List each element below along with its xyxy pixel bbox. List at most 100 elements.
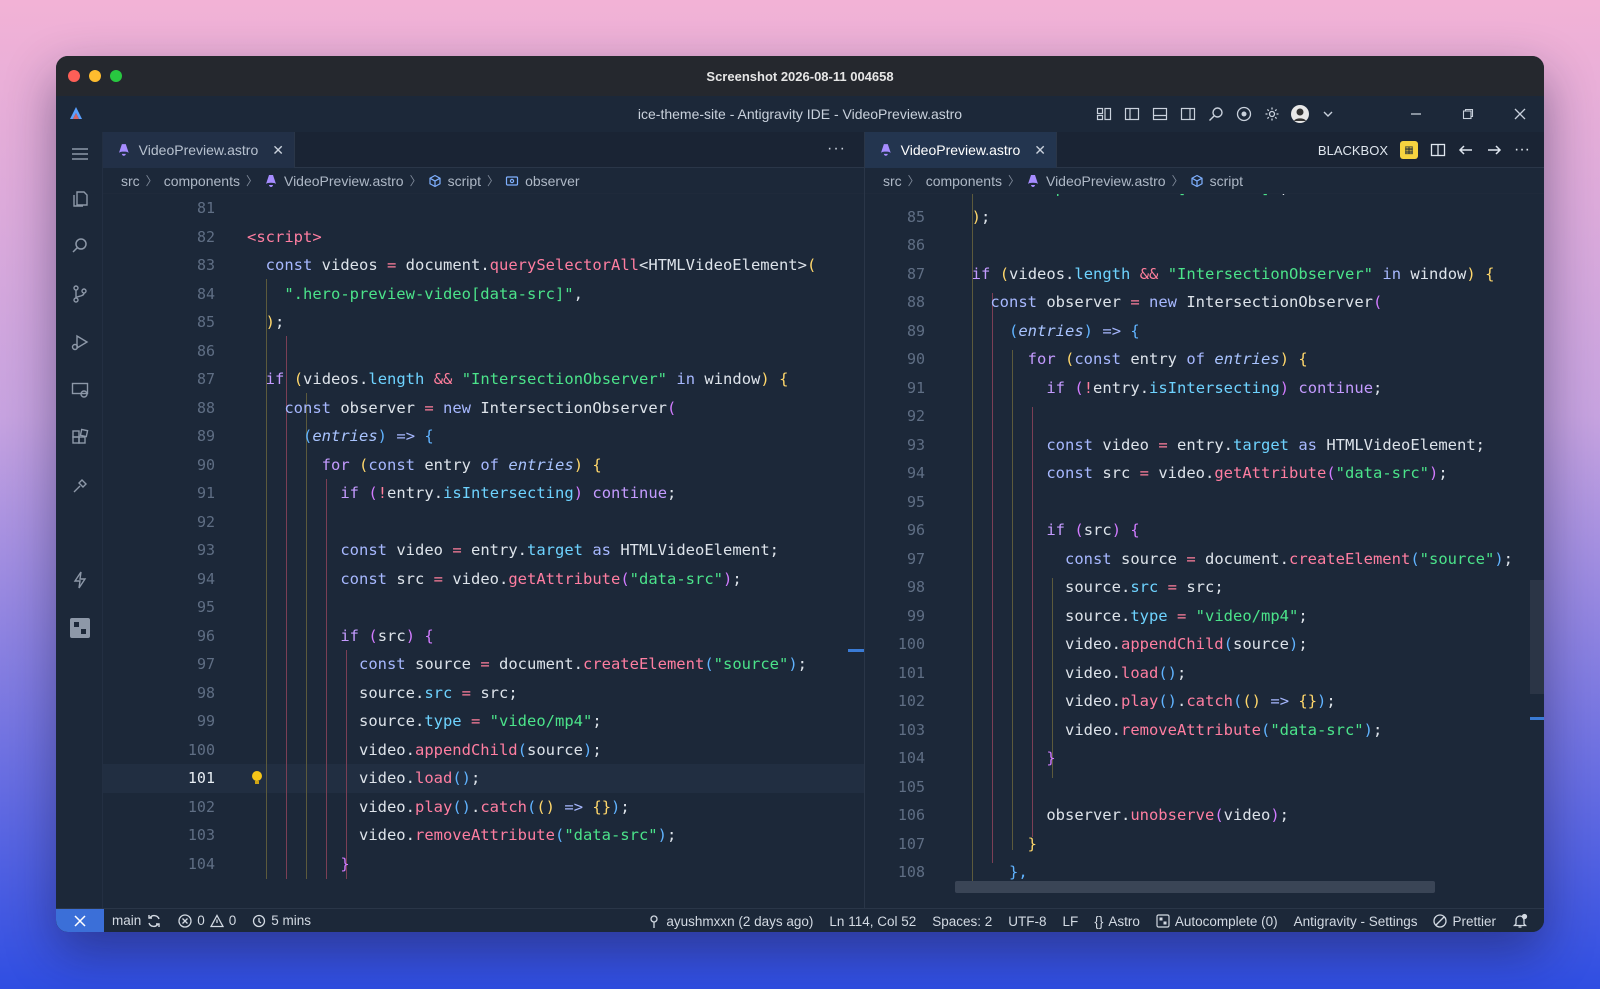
code-line[interactable]: 92 — [103, 508, 864, 537]
gear-icon[interactable] — [1262, 104, 1282, 124]
code-line[interactable]: 100 video.appendChild(source); — [865, 630, 1544, 659]
autocomplete-status[interactable]: Autocomplete (0) — [1148, 914, 1286, 929]
line-number[interactable]: 103 — [151, 821, 215, 850]
line-number[interactable]: 87 — [865, 260, 925, 289]
remote-indicator-icon[interactable] — [56, 908, 104, 932]
search-icon[interactable] — [68, 234, 92, 258]
prettier-status[interactable]: Prettier — [1425, 914, 1504, 929]
line-number[interactable]: 86 — [865, 231, 925, 260]
code-line[interactable]: 91 if (!entry.isIntersecting) continue; — [865, 374, 1544, 403]
branch-status[interactable]: main — [104, 913, 170, 929]
code-line[interactable]: 107 } — [865, 830, 1544, 859]
arrow-right-icon[interactable] — [1486, 142, 1502, 158]
code-line[interactable]: 90 for (const entry of entries) { — [103, 451, 864, 480]
close-tab-icon[interactable]: ✕ — [272, 142, 284, 159]
breadcrumb-src[interactable]: src — [121, 173, 140, 189]
line-number[interactable]: 98 — [151, 679, 215, 708]
settings-status[interactable]: Antigravity - Settings — [1286, 914, 1426, 929]
code-line[interactable]: 84 ".hero-preview-video[data-src]", — [865, 194, 1544, 203]
code-line[interactable]: 96 if (src) { — [865, 516, 1544, 545]
line-number[interactable]: 99 — [865, 602, 925, 631]
extensions-icon[interactable] — [68, 426, 92, 450]
toggle-secondary-sidebar-icon[interactable] — [1178, 104, 1198, 124]
split-editor-icon[interactable] — [1430, 142, 1446, 158]
line-number[interactable]: 91 — [865, 374, 925, 403]
run-debug-icon[interactable] — [68, 330, 92, 354]
breadcrumb-observer[interactable]: observer — [525, 173, 579, 189]
code-editor-right[interactable]: 84 ".hero-preview-video[data-src]",85 );… — [865, 194, 1544, 908]
remote-explorer-icon[interactable] — [68, 378, 92, 402]
line-number[interactable]: 101 — [151, 764, 215, 793]
breadcrumb-components[interactable]: components — [164, 173, 240, 189]
code-line[interactable]: 87 if (videos.length && "IntersectionObs… — [865, 260, 1544, 289]
code-line[interactable]: 90 for (const entry of entries) { — [865, 345, 1544, 374]
zoom-window-button[interactable] — [110, 70, 122, 82]
code-line[interactable]: 86 — [865, 231, 1544, 260]
code-line[interactable]: 93 const video = entry.target as HTMLVid… — [103, 536, 864, 565]
line-number[interactable]: 87 — [151, 365, 215, 394]
line-number[interactable]: 92 — [151, 508, 215, 537]
line-number[interactable]: 93 — [865, 431, 925, 460]
line-number[interactable]: 102 — [151, 793, 215, 822]
more-actions-icon[interactable]: ··· — [827, 140, 846, 158]
code-line[interactable]: 104 } — [103, 850, 864, 879]
line-number[interactable]: 94 — [865, 459, 925, 488]
blame-status[interactable]: ayushmxxn (2 days ago) — [639, 913, 821, 929]
tab-videopreview-left[interactable]: VideoPreview.astro ✕ — [103, 132, 295, 168]
code-line[interactable]: 105 — [865, 773, 1544, 802]
tab-videopreview-right[interactable]: VideoPreview.astro ✕ — [865, 132, 1057, 168]
line-number[interactable]: 90 — [151, 451, 215, 480]
toggle-primary-sidebar-icon[interactable] — [1122, 104, 1142, 124]
code-line[interactable]: 82 <script> — [103, 223, 864, 252]
line-number[interactable]: 91 — [151, 479, 215, 508]
lightning-icon[interactable] — [68, 568, 92, 592]
line-number[interactable]: 107 — [865, 830, 925, 859]
code-line[interactable]: 85 ); — [865, 203, 1544, 232]
close-window-button[interactable] — [68, 70, 80, 82]
indentation-status[interactable]: Spaces: 2 — [924, 914, 1000, 929]
close-icon[interactable] — [1508, 102, 1532, 126]
code-line[interactable]: 103 video.removeAttribute("data-src"); — [865, 716, 1544, 745]
code-line[interactable]: 96 if (src) { — [103, 622, 864, 651]
code-line[interactable]: 81 — [103, 194, 864, 223]
line-number[interactable]: 89 — [865, 317, 925, 346]
blackbox-label[interactable]: BLACKBOX — [1318, 143, 1388, 158]
line-number[interactable]: 84 — [151, 280, 215, 309]
code-line[interactable]: 102 video.play().catch(() => {}); — [865, 687, 1544, 716]
line-number[interactable]: 88 — [865, 288, 925, 317]
blackbox-badge-icon[interactable]: ▦ — [1400, 141, 1419, 159]
code-line[interactable]: 102 video.play().catch(() => {}); — [103, 793, 864, 822]
line-number[interactable]: 85 — [151, 308, 215, 337]
code-line[interactable]: 89 (entries) => { — [865, 317, 1544, 346]
toggle-panel-icon[interactable] — [1150, 104, 1170, 124]
line-number[interactable]: 86 — [151, 337, 215, 366]
problems-status[interactable]: 0 0 — [170, 913, 244, 928]
code-line[interactable]: 97 const source = document.createElement… — [865, 545, 1544, 574]
minimize-window-button[interactable] — [89, 70, 101, 82]
code-line[interactable]: 104 } — [865, 744, 1544, 773]
code-line[interactable]: 83 const videos = document.querySelector… — [103, 251, 864, 280]
code-line[interactable]: 93 const video = entry.target as HTMLVid… — [865, 431, 1544, 460]
code-line[interactable]: 99 source.type = "video/mp4"; — [865, 602, 1544, 631]
account-avatar-icon[interactable] — [1290, 104, 1310, 124]
line-number[interactable]: 106 — [865, 801, 925, 830]
code-line[interactable]: 89 (entries) => { — [103, 422, 864, 451]
line-number[interactable]: 102 — [865, 687, 925, 716]
code-line[interactable]: 85 ); — [103, 308, 864, 337]
breadcrumb-components[interactable]: components — [926, 173, 1002, 189]
arrow-left-icon[interactable] — [1458, 142, 1474, 158]
language-mode[interactable]: {} Astro — [1086, 914, 1148, 929]
line-number[interactable]: 100 — [865, 630, 925, 659]
code-line[interactable]: 87 if (videos.length && "IntersectionObs… — [103, 365, 864, 394]
breadcrumb-file[interactable]: VideoPreview.astro — [284, 173, 404, 189]
line-number[interactable]: 96 — [865, 516, 925, 545]
code-line[interactable]: 86 — [103, 337, 864, 366]
line-number[interactable]: 81 — [151, 194, 215, 223]
code-line[interactable]: 94 const src = video.getAttribute("data-… — [865, 459, 1544, 488]
line-number[interactable]: 84 — [865, 194, 925, 203]
tools-icon[interactable] — [68, 474, 92, 498]
menu-icon[interactable] — [68, 142, 92, 166]
line-number[interactable]: 108 — [865, 858, 925, 887]
line-number[interactable]: 104 — [865, 744, 925, 773]
line-number[interactable]: 105 — [865, 773, 925, 802]
